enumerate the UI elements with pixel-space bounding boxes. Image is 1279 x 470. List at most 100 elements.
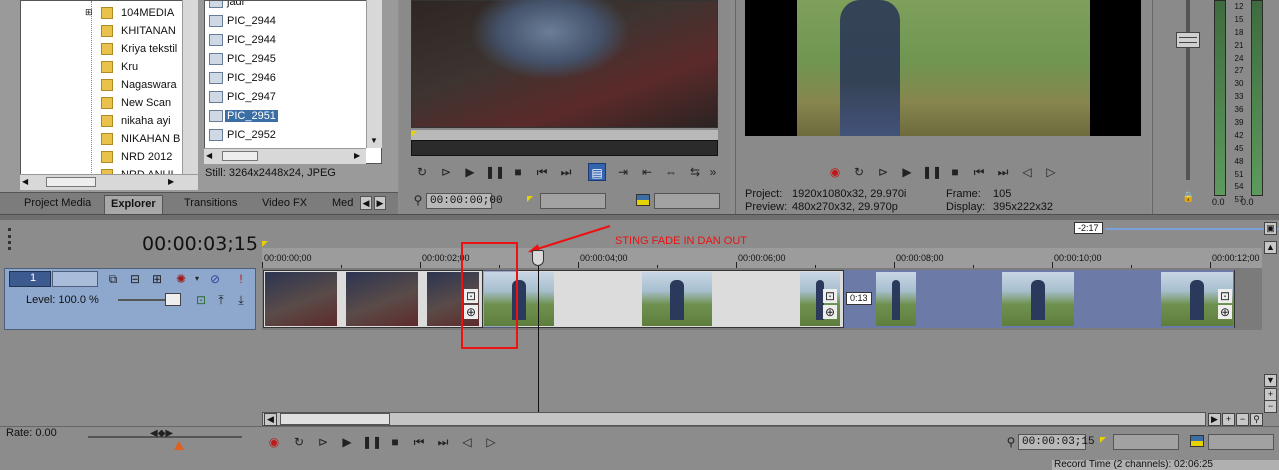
record-icon[interactable]: ◉	[826, 163, 844, 181]
track-fx-icon[interactable]: ✺	[174, 272, 188, 286]
play-icon[interactable]: ▶	[338, 433, 356, 451]
in-point-field[interactable]	[540, 193, 606, 209]
folder-item[interactable]: New Scan	[21, 94, 197, 112]
file-item[interactable]: PIC_2952	[205, 126, 381, 145]
pause-icon[interactable]: ❚❚	[362, 433, 382, 451]
go-to-end-icon[interactable]: ⏭	[434, 433, 452, 451]
folder-item[interactable]: NIKAHAN B	[21, 130, 197, 148]
play-icon[interactable]: ▶	[461, 163, 479, 181]
stop-icon[interactable]: ■	[946, 163, 964, 181]
loop-icon[interactable]: ↻	[413, 163, 431, 181]
selection-length-field[interactable]	[1208, 434, 1274, 450]
folder-item[interactable]: NRD 2012	[21, 148, 197, 166]
insert-icon[interactable]: ⇤	[638, 163, 656, 181]
folder-item[interactable]: Nagaswara	[21, 76, 197, 94]
file-list-horizontal-scrollbar[interactable]: ◀ ▶	[204, 148, 366, 164]
scroll-up-icon[interactable]: ▲	[1264, 241, 1277, 254]
tab-video-fx[interactable]: Video FX	[256, 195, 313, 214]
scroll-left-icon[interactable]: ◀	[206, 151, 212, 160]
scroll-thumb[interactable]	[46, 177, 96, 187]
file-item-selected[interactable]: PIC_2951	[205, 107, 381, 126]
zoom-out-vertical-icon[interactable]: −	[1264, 400, 1277, 413]
cursor-position-field[interactable]: 00:00:03;15	[1018, 434, 1095, 450]
track-level-handle[interactable]	[165, 293, 181, 306]
mute-icon[interactable]: ⊘	[208, 272, 222, 286]
previous-frame-icon[interactable]: ◁	[1018, 163, 1036, 181]
zoom-tool-icon[interactable]: ⚲	[1250, 413, 1263, 426]
track-list-menu-icon[interactable]: ▣	[1264, 222, 1277, 235]
folder-item[interactable]: Kru	[21, 58, 197, 76]
scroll-down-icon[interactable]: ▼	[1264, 374, 1277, 387]
pause-icon[interactable]: ❚❚	[485, 163, 505, 181]
panel-divider[interactable]	[0, 214, 1279, 220]
previous-frame-icon[interactable]: ◁	[458, 433, 476, 451]
trimmer-marker-bar[interactable]	[411, 130, 718, 140]
folder-item[interactable]: nikaha ayi	[21, 112, 197, 130]
record-icon[interactable]: ◉	[265, 433, 283, 451]
move-up-icon[interactable]: ⤒	[214, 293, 228, 307]
file-list[interactable]: jadi PIC_2944 PIC_2944 PIC_2945 PIC_2946…	[204, 0, 382, 164]
file-item[interactable]: jadi	[205, 1, 381, 12]
folder-item[interactable]: Kriya tekstil	[21, 40, 197, 58]
folder-item[interactable]: KHITANAN	[21, 22, 197, 40]
replace-icon[interactable]: ⇆	[686, 163, 704, 181]
go-to-start-icon[interactable]: ⏮	[970, 163, 988, 181]
file-item[interactable]: PIC_2945	[205, 50, 381, 69]
pause-icon[interactable]: ❚❚	[922, 163, 942, 181]
trimmer-timecode[interactable]: 00:00:00;00	[426, 193, 503, 209]
zoom-out-icon[interactable]: −	[1236, 413, 1249, 426]
tab-project-media[interactable]: Project Media	[18, 195, 97, 214]
folder-tree[interactable]: ⊞ 104MEDIA KHITANAN Kriya tekstil Kru Nag…	[20, 0, 198, 190]
event-fx-icon[interactable]: ⊕	[823, 305, 837, 319]
scroll-thumb[interactable]	[222, 151, 258, 161]
add-to-timeline-icon[interactable]: ⇥	[614, 163, 632, 181]
lock-icon[interactable]: 🔒	[1182, 192, 1194, 203]
tab-transitions[interactable]: Transitions	[178, 195, 243, 214]
overwrite-mode-icon[interactable]: ▤	[588, 163, 606, 181]
in-marker-icon[interactable]	[411, 131, 417, 137]
make-compositing-child-icon[interactable]: ⊟	[128, 272, 142, 286]
file-item[interactable]: PIC_2944	[205, 12, 381, 31]
play-from-start-icon[interactable]: ⊳	[874, 163, 892, 181]
next-frame-icon[interactable]: ⏭	[557, 163, 575, 181]
empty-track-area[interactable]	[262, 330, 1262, 412]
time-ruler[interactable]: 00:00:00;00 00:00:02;00 00:00:04;00 00:0…	[262, 248, 1262, 270]
scroll-left-icon[interactable]: ◀	[264, 413, 277, 426]
go-to-start-icon[interactable]: ⏮	[410, 433, 428, 451]
next-frame-icon[interactable]: ▷	[482, 433, 500, 451]
expand-icon[interactable]: ⊞	[85, 7, 93, 18]
event-fx-icon[interactable]: ⊕	[1218, 305, 1232, 319]
tab-scroll-left-icon[interactable]: ◀	[360, 196, 372, 210]
selection-start-field[interactable]	[1113, 434, 1179, 450]
loop-playback-icon[interactable]: ↻	[290, 433, 308, 451]
more-icon[interactable]: »	[704, 163, 722, 181]
scroll-right-icon[interactable]: ▶	[354, 151, 360, 160]
timeline-in-marker-icon[interactable]	[262, 241, 268, 247]
fit-icon[interactable]: ⇔	[662, 163, 680, 181]
track-name-field[interactable]	[52, 271, 98, 287]
stop-icon[interactable]: ■	[509, 163, 527, 181]
previous-frame-icon[interactable]: ⏮	[533, 163, 551, 181]
next-frame-icon[interactable]: ▷	[1042, 163, 1060, 181]
selection-length-field[interactable]	[654, 193, 720, 209]
play-from-start-icon[interactable]: ⊳	[314, 433, 332, 451]
folder-tree-vertical-scrollbar[interactable]	[182, 0, 198, 190]
timeline-horizontal-scrollbar[interactable]	[262, 412, 1206, 426]
scroll-right-icon[interactable]: ▶	[1208, 413, 1221, 426]
file-item[interactable]: PIC_2947	[205, 88, 381, 107]
folder-tree-horizontal-scrollbar[interactable]: ◀ ▶	[20, 174, 198, 190]
file-item[interactable]: PIC_2946	[205, 69, 381, 88]
composite-mode-icon[interactable]: ⧉	[106, 272, 120, 286]
move-down-icon[interactable]: ⤓	[234, 293, 248, 307]
file-list-vertical-scrollbar[interactable]: ▼	[366, 0, 382, 148]
file-item[interactable]: PIC_2944	[205, 31, 381, 50]
expand-track-icon[interactable]: ⊡	[194, 293, 208, 307]
master-fader-handle[interactable]	[1176, 32, 1200, 48]
loop-region[interactable]	[1105, 228, 1279, 230]
tab-explorer[interactable]: Explorer	[104, 195, 163, 214]
loop-playback-icon[interactable]: ↻	[850, 163, 868, 181]
loop-region-bar[interactable]: -2:17	[262, 222, 1279, 236]
event-pan-crop-icon[interactable]: ⊡	[1218, 289, 1232, 303]
go-to-end-icon[interactable]: ⏭	[994, 163, 1012, 181]
timeline-cursor-handle[interactable]	[532, 250, 544, 266]
